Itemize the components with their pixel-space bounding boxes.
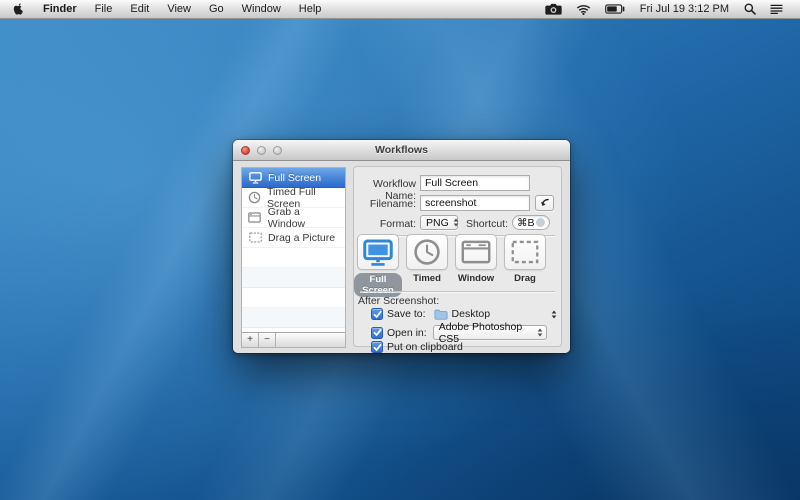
wifi-menu-extra[interactable] <box>569 0 598 18</box>
workflow-detail-panel: Workflow Name: Full Screen Filename: scr… <box>353 166 562 347</box>
shortcut-value: ⌘B <box>517 217 535 229</box>
format-label: Format: <box>354 218 416 230</box>
type-button-timed[interactable] <box>406 234 448 270</box>
apple-menu[interactable] <box>0 0 34 18</box>
menu-window[interactable]: Window <box>233 0 290 18</box>
workflows-window: Workflows Full Screen Timed Full Screen <box>233 140 570 353</box>
window-title: Workflows <box>375 144 428 156</box>
display-icon <box>363 239 393 266</box>
format-popup[interactable]: PNG <box>420 215 458 230</box>
folder-icon <box>434 308 448 320</box>
sidebar-item-label: Grab a Window <box>268 206 339 230</box>
sidebar-item-label: Full Screen <box>268 172 321 184</box>
remove-workflow-button[interactable]: − <box>259 333 276 347</box>
workflow-list: Full Screen Timed Full Screen Grab a Win… <box>242 168 345 332</box>
separator <box>360 291 555 292</box>
open-in-popup[interactable]: Adobe Photoshop CS5 <box>433 325 547 340</box>
popup-arrows-icon[interactable] <box>551 310 557 319</box>
type-label-window: Window <box>452 273 500 284</box>
menu-list-icon <box>770 4 783 14</box>
sidebar-item-drag-a-picture[interactable]: Drag a Picture <box>242 228 345 248</box>
empty-list-row <box>242 248 345 268</box>
camera-menu-extra[interactable] <box>538 0 569 18</box>
marquee-icon <box>248 232 262 243</box>
type-button-drag[interactable] <box>504 234 546 270</box>
clipboard-checkbox[interactable] <box>371 341 383 353</box>
sidebar-bottom-bar: + − <box>242 332 345 347</box>
open-in-label: Open in: <box>387 327 427 339</box>
save-to-popup[interactable]: Desktop <box>452 308 491 320</box>
clipboard-label: Put on clipboard <box>387 341 463 353</box>
spotlight-search-icon <box>744 3 756 15</box>
apple-logo-icon <box>12 2 24 16</box>
save-to-checkbox[interactable] <box>371 308 383 320</box>
clock-icon <box>413 238 441 266</box>
empty-list-row <box>242 268 345 288</box>
shortcut-label: Shortcut: <box>458 218 508 230</box>
menu-view[interactable]: View <box>158 0 200 18</box>
empty-list-row <box>242 288 345 308</box>
type-label-full-screen: Full Screen <box>354 273 402 297</box>
window-content: Full Screen Timed Full Screen Grab a Win… <box>233 161 570 353</box>
add-workflow-button[interactable]: + <box>242 333 259 347</box>
open-in-row: Open in: Adobe Photoshop CS5 <box>371 325 557 340</box>
empty-list-row <box>242 308 345 328</box>
menu-help[interactable]: Help <box>290 0 331 18</box>
menu-file[interactable]: File <box>86 0 122 18</box>
battery-icon <box>605 4 625 14</box>
menu-bar: Finder File Edit View Go Window Help Fri… <box>0 0 800 19</box>
filename-token-button[interactable] <box>535 195 554 211</box>
curved-arrow-icon <box>539 197 551 209</box>
after-screenshot-heading: After Screenshot: <box>358 295 439 307</box>
display-icon <box>248 172 262 184</box>
popup-arrows-icon <box>533 328 543 337</box>
window-title-bar[interactable]: Workflows <box>233 140 570 161</box>
open-in-checkbox[interactable] <box>371 327 383 339</box>
wifi-icon <box>576 4 591 15</box>
window-icon <box>461 240 491 264</box>
filename-label: Filename: <box>354 198 416 210</box>
window-icon <box>248 212 262 223</box>
save-to-row: Save to: Desktop <box>371 308 557 320</box>
format-value: PNG <box>426 217 449 229</box>
menu-go[interactable]: Go <box>200 0 233 18</box>
save-to-label: Save to: <box>387 308 426 320</box>
type-button-window[interactable] <box>455 234 497 270</box>
workflow-name-input[interactable]: Full Screen <box>420 175 530 191</box>
menu-edit[interactable]: Edit <box>121 0 158 18</box>
zoom-button[interactable] <box>273 146 282 155</box>
close-button[interactable] <box>241 146 250 155</box>
menu-finder[interactable]: Finder <box>34 0 86 18</box>
sidebar-item-label: Drag a Picture <box>268 232 335 244</box>
spotlight-menu[interactable] <box>737 0 763 18</box>
sidebar-item-grab-a-window[interactable]: Grab a Window <box>242 208 345 228</box>
clear-shortcut-icon[interactable] <box>536 218 545 227</box>
shortcut-input[interactable]: ⌘B <box>512 215 550 230</box>
workflow-list-sidebar: Full Screen Timed Full Screen Grab a Win… <box>241 167 346 348</box>
notification-list-menu[interactable] <box>763 0 790 18</box>
clock-icon <box>248 191 261 204</box>
camera-icon <box>545 3 562 15</box>
type-label-drag: Drag <box>501 273 549 284</box>
battery-menu-extra[interactable] <box>598 0 632 18</box>
type-label-timed: Timed <box>403 273 451 284</box>
clipboard-row: Put on clipboard <box>371 341 463 353</box>
marquee-icon <box>511 240 539 264</box>
minimize-button[interactable] <box>257 146 266 155</box>
menu-bar-clock[interactable]: Fri Jul 19 3:12 PM <box>632 3 737 15</box>
type-button-full-screen[interactable] <box>357 234 399 270</box>
filename-input[interactable]: screenshot <box>420 195 530 211</box>
